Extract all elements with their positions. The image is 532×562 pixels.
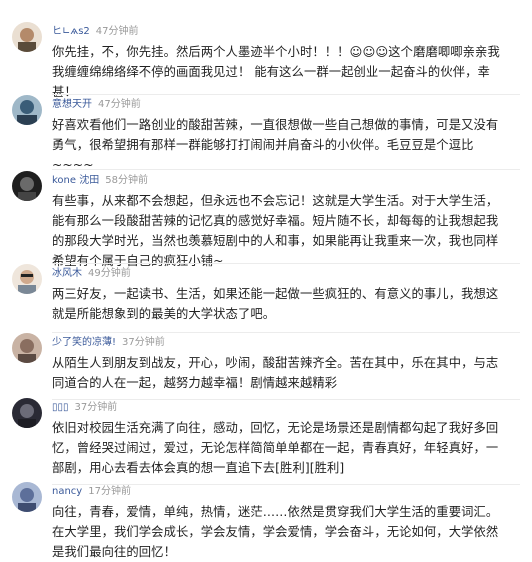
comment-text: 好喜欢看他们一路创业的酸甜苦辣，一直很想做一些自己想做的事情，可是又没有勇气，很… — [52, 118, 499, 172]
comment-text: 有些事，从来都不会想起，但永远也不会忘记！这就是大学生活。对于大学生活，能有那么… — [52, 194, 499, 268]
avatar[interactable] — [12, 333, 42, 363]
username[interactable]: 冰风木 49分钟前 — [52, 268, 131, 280]
username-text[interactable]: 少了笑的凉薄! — [52, 337, 116, 348]
comment-time: 37分钟前 — [122, 337, 165, 348]
avatar[interactable] — [12, 482, 42, 512]
comment-time: 37分钟前 — [74, 402, 118, 413]
avatar[interactable] — [12, 95, 42, 125]
comment-text: 依旧对校园生活充满了向往，感动，回忆，无论是场景还是剧情都勾起了我好多回忆，曾经… — [52, 421, 499, 475]
avatar[interactable] — [12, 398, 42, 428]
comment-text: 向往，青春，爱情，单纯，热情，迷茫……依然是贯穿我们大学生活的重要词汇。在大学里… — [52, 505, 499, 559]
username-text[interactable]: 冰风木 — [52, 268, 82, 279]
comment-text: 你先挂，不，你先挂。然后两个人墨迹半个小时！！！☺☺☺这个磨磨唧唧亲亲我我缠缠绵… — [52, 45, 500, 99]
username-text[interactable]: kone 沈田 — [52, 175, 99, 186]
comment-time: 47分钟前 — [98, 99, 141, 110]
username-text[interactable]: ヒ∟ѧѕ2 — [52, 26, 90, 37]
comment-list: ヒ∟ѧѕ2 47分钟前 你先挂，不，你先挂。然后两个人墨迹半个小时！！！☺☺☺这个… — [0, 0, 532, 559]
comment-time: 58分钟前 — [105, 175, 148, 186]
username-text[interactable]: 意想天开 — [52, 99, 92, 110]
comment-text: 从陌生人到朋友到战友，开心，吵闹，酸甜苦辣齐全。苦在其中，乐在其中，与志同道合的… — [52, 356, 499, 390]
username[interactable]: 意想天开 47分钟前 — [52, 99, 141, 111]
comment-time: 17分钟前 — [88, 486, 131, 497]
username[interactable]: 少了笑的凉薄! 37分钟前 — [52, 337, 165, 349]
username[interactable]: kone 沈田 58分钟前 — [52, 175, 148, 187]
comment-time: 47分钟前 — [95, 26, 139, 37]
username-text[interactable]: nancy — [52, 486, 82, 497]
avatar[interactable] — [12, 22, 42, 52]
avatar[interactable] — [12, 171, 42, 201]
username[interactable]: nancy 17分钟前 — [52, 486, 131, 498]
comment-text: 两三好友，一起读书、生活，如果还能一起做一些疯狂的、有意义的事儿，我想这就是所能… — [52, 287, 499, 321]
username[interactable]: ▯▯▯ 37分钟前 — [52, 402, 117, 414]
username-text[interactable]: ▯▯▯ — [52, 402, 69, 413]
divider — [52, 169, 520, 170]
avatar[interactable] — [12, 264, 42, 294]
username[interactable]: ヒ∟ѧѕ2 47分钟前 — [52, 26, 139, 38]
comment-time: 49分钟前 — [88, 268, 131, 279]
